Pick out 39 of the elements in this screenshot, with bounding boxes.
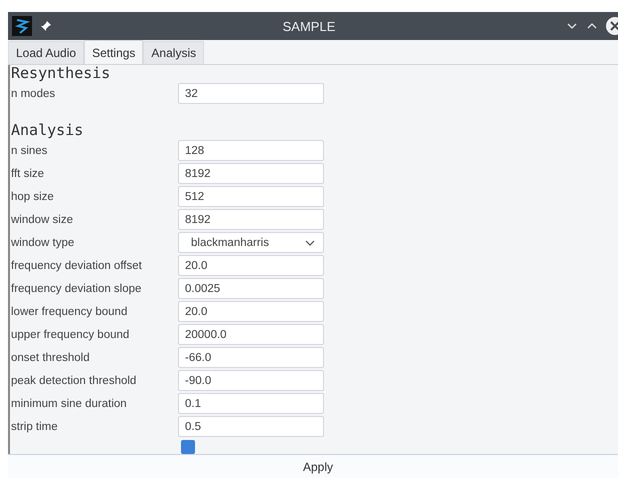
input-field[interactable]: 32 [178, 83, 324, 104]
section-heading: Resynthesis [11, 65, 112, 82]
input-field[interactable]: 8192 [178, 163, 324, 184]
tab[interactable]: Analysis [143, 41, 204, 64]
section-heading: Analysis [11, 122, 84, 139]
field-label: strip time [11, 420, 59, 432]
tab[interactable]: Load Audio [8, 41, 84, 64]
input-field[interactable]: 0.0025 [178, 278, 324, 299]
input-field[interactable]: -90.0 [178, 370, 324, 391]
checkbox[interactable] [181, 440, 195, 454]
input-field[interactable]: 128 [178, 140, 324, 161]
apply-button[interactable]: Apply [8, 454, 618, 478]
input-field[interactable]: 20.0 [178, 255, 324, 276]
field-label: n sines [11, 144, 48, 156]
field-label: window type [11, 236, 76, 248]
input-field[interactable]: 20000.0 [178, 324, 324, 345]
input-field[interactable]: 8192 [178, 209, 324, 230]
field-label: onset threshold [11, 352, 91, 364]
field-label: frequency deviation slope [11, 282, 142, 294]
pin-icon[interactable] [40, 20, 52, 32]
field-label: lower frequency bound [11, 306, 128, 318]
tab[interactable]: Settings [84, 40, 144, 64]
field-label: fft size [11, 168, 46, 180]
field-label: minimum sine duration [11, 398, 128, 410]
window-title: SAMPLE [282, 18, 336, 34]
input-field[interactable]: 0.1 [178, 393, 324, 414]
app-logo-icon [12, 16, 32, 36]
input-field[interactable]: 0.5 [178, 416, 324, 437]
field-label: window size [11, 214, 74, 226]
input-field[interactable]: 512 [178, 186, 324, 207]
chevron-down-icon [305, 240, 315, 246]
field-label: hop size [11, 190, 55, 202]
input-field[interactable]: 20.0 [178, 301, 324, 322]
dropdown[interactable]: blackmanharris [178, 232, 324, 253]
input-field[interactable]: -66.0 [178, 347, 324, 368]
field-label: upper frequency bound [11, 328, 130, 340]
field-label: frequency deviation offset [11, 260, 143, 272]
field-label: n modes [11, 88, 56, 100]
field-label: peak detection threshold [11, 374, 138, 386]
